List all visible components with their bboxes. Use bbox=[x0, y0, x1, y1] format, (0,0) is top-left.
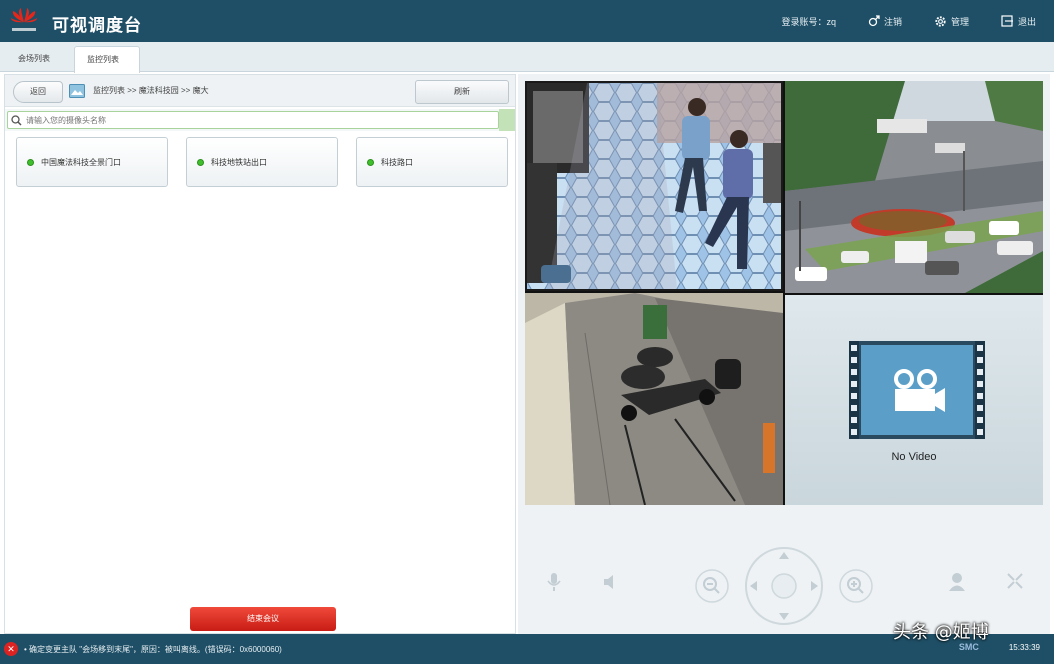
video-feed-empty[interactable]: No Video bbox=[785, 295, 1043, 505]
end-conference-button[interactable]: 结束会议 bbox=[190, 607, 336, 631]
exit-icon bbox=[1001, 15, 1013, 27]
speaker-icon[interactable] bbox=[603, 574, 621, 590]
video-frame-image bbox=[785, 81, 1043, 293]
clock: 15:33:39 bbox=[1008, 642, 1040, 652]
exit-button[interactable]: 退出 bbox=[1001, 15, 1036, 28]
search-input[interactable] bbox=[26, 113, 494, 127]
search-scroll-tab bbox=[499, 109, 515, 131]
title-bar: 可视调度台 登录账号：zq 注销 管理 退出 bbox=[0, 0, 1054, 42]
search-icon bbox=[11, 115, 22, 126]
camera-item[interactable]: 中国魔法科技全景门口 bbox=[16, 137, 168, 187]
account-label: 登录账号：zq bbox=[781, 16, 836, 27]
back-button[interactable]: 返回 bbox=[13, 81, 63, 103]
video-camera-icon bbox=[849, 341, 985, 439]
video-feed-sidewalk[interactable] bbox=[525, 293, 783, 505]
video-feed-roundabout[interactable] bbox=[785, 81, 1043, 293]
search-box bbox=[7, 111, 499, 129]
camera-item[interactable]: 科技路口 bbox=[356, 137, 508, 187]
search-row bbox=[5, 109, 515, 131]
camera-label: 科技路口 bbox=[381, 158, 413, 167]
watermark: 头条 @姬博 bbox=[893, 622, 989, 643]
tab-conference-list[interactable]: 会场列表 bbox=[6, 46, 70, 73]
video-frame-image bbox=[525, 293, 783, 505]
video-grid: No Video bbox=[525, 81, 1043, 505]
tab-bar: 会场列表 监控列表 bbox=[0, 42, 1054, 73]
fullscreen-icon[interactable] bbox=[1006, 572, 1024, 590]
zoom-in-icon[interactable] bbox=[838, 568, 874, 604]
error-icon: ✕ bbox=[4, 642, 18, 656]
settings-button[interactable]: 管理 bbox=[934, 15, 969, 28]
video-panel: No Video bbox=[518, 74, 1050, 634]
status-message: • 确定变更主队 "会场移到末尾"，原因：被叫离线。(错误码：0x6000060… bbox=[24, 645, 282, 654]
camera-list-panel: 返回 监控列表 >> 魔法科技园 >> 魔大 刷新 中国魔法科技全景门口 科技地… bbox=[4, 74, 516, 634]
folder-image-icon bbox=[69, 84, 85, 98]
nav-row: 返回 监控列表 >> 魔法科技园 >> 魔大 刷新 bbox=[5, 75, 515, 107]
ptz-direction-pad[interactable] bbox=[744, 546, 824, 626]
online-status-icon bbox=[27, 159, 34, 166]
app-title: 可视调度台 bbox=[52, 16, 142, 35]
refresh-button[interactable]: 刷新 bbox=[415, 80, 509, 104]
camera-label: 科技地铁站出口 bbox=[211, 158, 267, 167]
online-status-icon bbox=[197, 159, 204, 166]
camera-item[interactable]: 科技地铁站出口 bbox=[186, 137, 338, 187]
logout-button[interactable]: 注销 bbox=[868, 15, 902, 28]
user-icon[interactable] bbox=[948, 572, 966, 592]
camera-label: 中国魔法科技全景门口 bbox=[41, 158, 121, 167]
no-video-label: No Video bbox=[891, 451, 937, 463]
online-status-icon bbox=[367, 159, 374, 166]
microphone-icon[interactable] bbox=[546, 572, 562, 592]
tab-monitor-list[interactable]: 监控列表 bbox=[74, 46, 140, 73]
video-frame-image bbox=[527, 83, 781, 289]
breadcrumb: 监控列表 >> 魔法科技园 >> 魔大 bbox=[93, 86, 209, 95]
logout-icon bbox=[868, 15, 880, 27]
gear-icon bbox=[935, 15, 946, 27]
zoom-out-icon[interactable] bbox=[694, 568, 730, 604]
video-feed-lobby[interactable] bbox=[525, 81, 783, 291]
huawei-logo bbox=[11, 8, 37, 31]
